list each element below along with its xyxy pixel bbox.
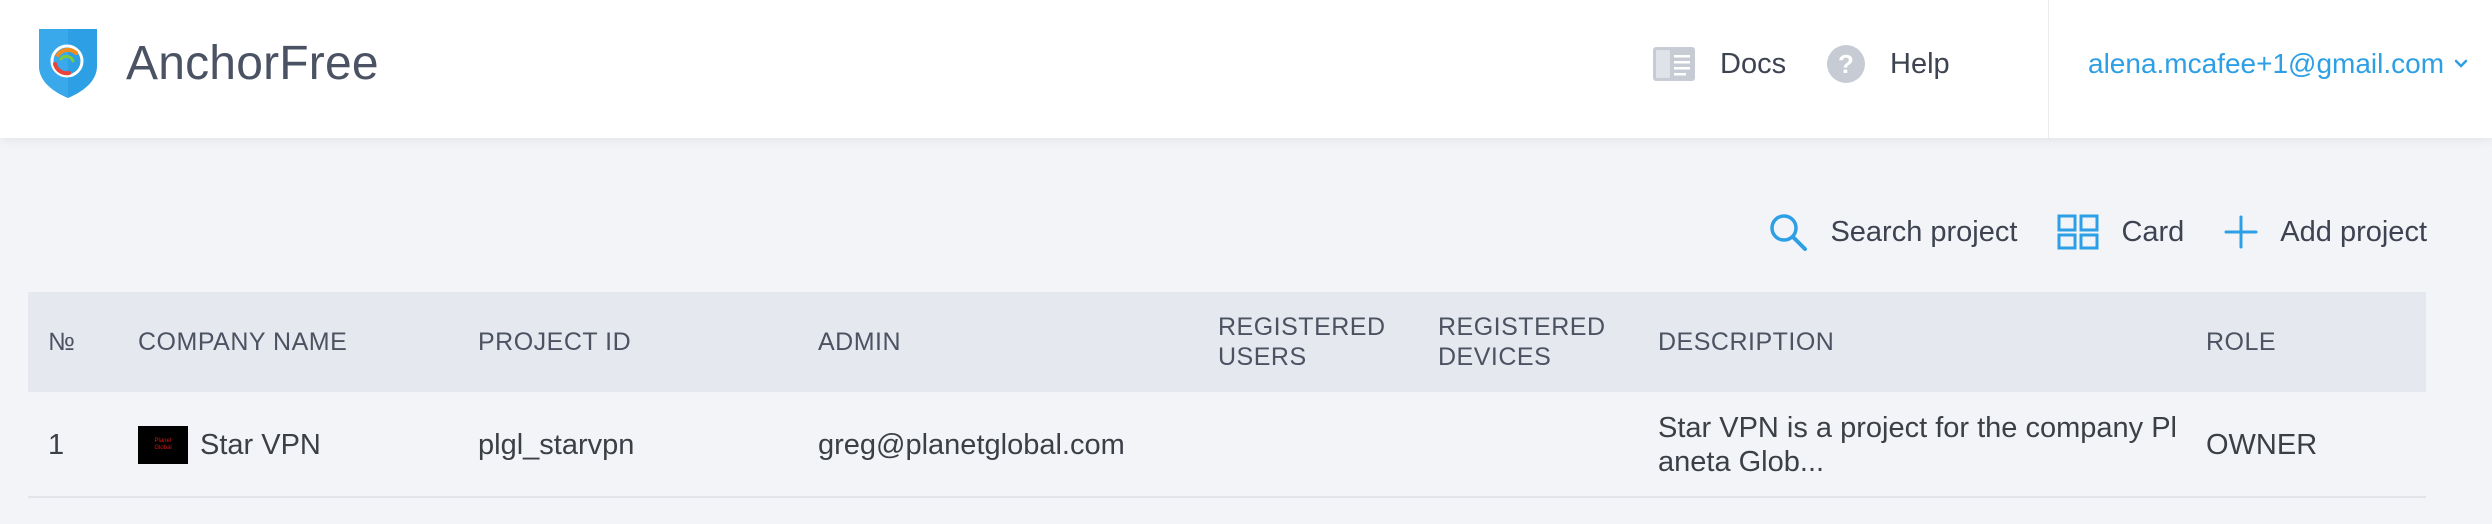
row-number: 1: [48, 429, 65, 461]
user-email: alena.mcafee+1@gmail.com: [2088, 48, 2445, 79]
role-cell: OWNER: [2206, 429, 2318, 461]
table-body: 1 Planet Global Star VPN plgl_starvpn gr…: [28, 392, 2426, 498]
col-header-registered-devices-line1: REGISTERED: [1438, 313, 1606, 341]
add-project-label: Add project: [2280, 215, 2427, 248]
user-menu[interactable]: alena.mcafee+1@gmail.com: [2088, 0, 2468, 128]
col-header-description[interactable]: DESCRIPTION: [1658, 292, 2178, 392]
help-label: Help: [1890, 47, 1950, 80]
header-divider: [2048, 0, 2049, 138]
search-icon: [1770, 214, 1808, 251]
add-project-button[interactable]: Add project: [2224, 215, 2427, 249]
projects-table: № COMPANY NAME PROJECT ID ADMIN REGISTER…: [28, 292, 2426, 498]
brand-logo-link[interactable]: AnchorFree: [36, 26, 379, 100]
project-toolbar: Search project Card Add project: [1768, 200, 2427, 264]
docs-label: Docs: [1720, 47, 1787, 80]
col-header-registered-devices-line2: DEVICES: [1438, 343, 1552, 371]
description-text: Star VPN is a project for the company Pl…: [1658, 412, 2177, 478]
admin-cell: greg@planetglobal.com: [818, 429, 1125, 461]
table-header: № COMPANY NAME PROJECT ID ADMIN REGISTER…: [28, 292, 2426, 392]
company-logo-text-2: Global: [154, 445, 172, 451]
plus-icon: [2224, 215, 2258, 249]
company-logo: Planet Global: [138, 426, 188, 464]
col-header-registered-users[interactable]: REGISTERED USERS: [1218, 292, 1386, 392]
col-header-number[interactable]: №: [48, 292, 75, 392]
col-header-admin[interactable]: ADMIN: [818, 292, 901, 392]
description-cell: Star VPN is a project for the company Pl…: [1658, 392, 2178, 498]
col-header-company-name[interactable]: COMPANY NAME: [138, 292, 347, 392]
table-row[interactable]: 1 Planet Global Star VPN plgl_starvpn gr…: [28, 392, 2426, 498]
col-header-registered-users-line2: USERS: [1218, 343, 1307, 371]
anchorfree-shield-icon: [39, 29, 97, 98]
card-view-label: Card: [2121, 215, 2185, 248]
search-project-label: Search project: [1830, 215, 2018, 248]
company-cell: Planet Global Star VPN: [138, 392, 321, 498]
company-name: Star VPN: [200, 429, 321, 461]
col-header-registered-users-line1: REGISTERED: [1218, 313, 1386, 341]
project-id-cell: plgl_starvpn: [478, 429, 635, 461]
brand-name: AnchorFree: [126, 36, 379, 90]
docs-link[interactable]: Docs: [1652, 0, 1786, 128]
company-logo-text-1: Planet: [154, 438, 172, 444]
question-circle-icon: ?: [1827, 45, 1865, 83]
card-view-button[interactable]: Card: [2057, 214, 2184, 250]
grid-icon: [2057, 214, 2099, 250]
book-icon: [1653, 47, 1695, 81]
chevron-down-icon: [2454, 59, 2468, 68]
col-header-registered-devices[interactable]: REGISTERED DEVICES: [1438, 292, 1606, 392]
svg-text:?: ?: [1838, 49, 1854, 79]
col-header-project-id[interactable]: PROJECT ID: [478, 292, 631, 392]
top-header: AnchorFree Docs ? Help alena.mcafee+1@gm…: [0, 0, 2492, 138]
help-link[interactable]: ? Help: [1826, 0, 1950, 128]
search-project-button[interactable]: Search project: [1768, 212, 2017, 252]
col-header-role[interactable]: ROLE: [2206, 292, 2276, 392]
